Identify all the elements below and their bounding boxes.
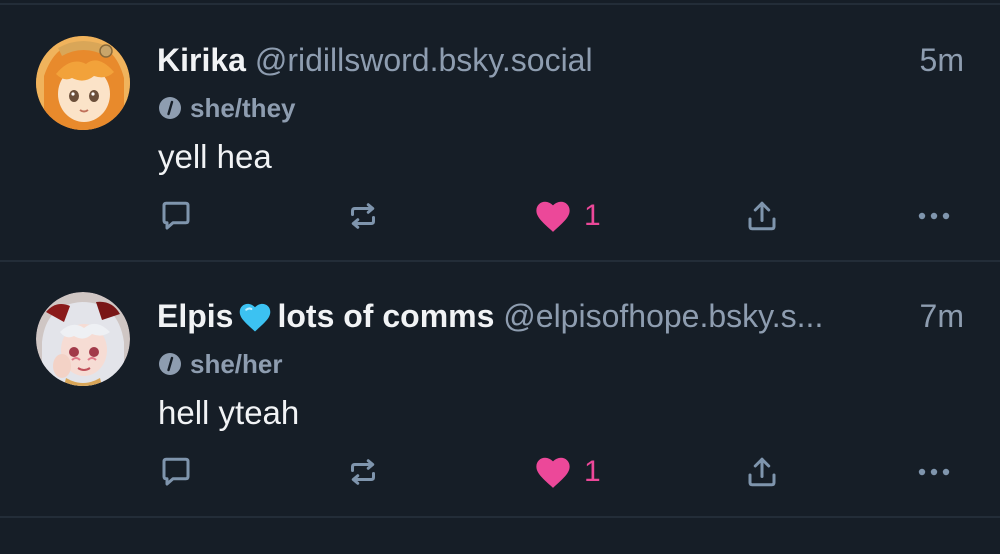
like-count: 1 [584, 199, 601, 232]
share-upload-icon [748, 457, 776, 487]
avatar[interactable] [36, 292, 130, 386]
timestamp[interactable]: 5m [920, 38, 964, 82]
like-button[interactable]: 1 [534, 452, 601, 492]
speech-bubble-icon [162, 201, 190, 230]
post-text: yell hea [158, 138, 272, 175]
post-header: Kirika @ridillsword.bsky.social [157, 38, 964, 82]
top-divider [0, 3, 1000, 5]
repost-arrows-icon [351, 459, 375, 485]
repost-button[interactable] [345, 452, 381, 492]
speech-bubble-icon [162, 457, 190, 486]
handle[interactable]: @elpisofhope.bsky.s... [503, 298, 823, 334]
avatar[interactable] [36, 36, 130, 130]
more-options-button[interactable] [914, 196, 954, 236]
share-upload-icon [748, 201, 776, 231]
like-count: 1 [584, 455, 601, 488]
share-button[interactable] [744, 452, 780, 492]
bottom-divider [0, 516, 1000, 518]
reply-button[interactable] [158, 196, 194, 236]
display-name[interactable]: Elpis lots of comms [157, 298, 494, 334]
more-options-button[interactable] [914, 452, 954, 492]
info-slash-icon [159, 353, 181, 375]
reply-button[interactable] [158, 452, 194, 492]
repost-button[interactable] [345, 196, 381, 236]
heart-icon [536, 457, 570, 488]
post-text: hell yteah [158, 394, 300, 431]
display-name-text: Elpis [157, 298, 234, 334]
display-name-suffix: lots of comms [277, 298, 495, 334]
anime-avatar-orange-hair-icon [36, 36, 130, 130]
post-header: Elpis lots of comms @elpisofhope.bsky.s..… [157, 294, 880, 338]
repost-arrows-icon [351, 203, 375, 229]
handle[interactable]: @ridillsword.bsky.social [255, 42, 593, 78]
more-dots-icon [918, 212, 950, 220]
like-button[interactable]: 1 [534, 196, 601, 236]
post-1[interactable]: Kirika @ridillsword.bsky.social 5m she/t… [0, 6, 1000, 260]
info-slash-icon [159, 97, 181, 119]
anime-avatar-white-hair-icon [36, 292, 130, 386]
pronouns: she/her [158, 348, 283, 380]
pronouns-label: she/they [190, 92, 296, 123]
pronouns-label: she/her [190, 348, 283, 379]
display-name[interactable]: Kirika [157, 42, 246, 78]
blue-heart-emoji-icon [237, 300, 273, 344]
share-button[interactable] [744, 196, 780, 236]
timestamp[interactable]: 7m [920, 294, 964, 338]
pronouns: she/they [158, 92, 296, 124]
heart-icon [536, 201, 570, 232]
post-2[interactable]: Elpis lots of comms @elpisofhope.bsky.s..… [0, 262, 1000, 516]
more-dots-icon [918, 468, 950, 476]
post-feed: Kirika @ridillsword.bsky.social 5m she/t… [0, 0, 1000, 554]
